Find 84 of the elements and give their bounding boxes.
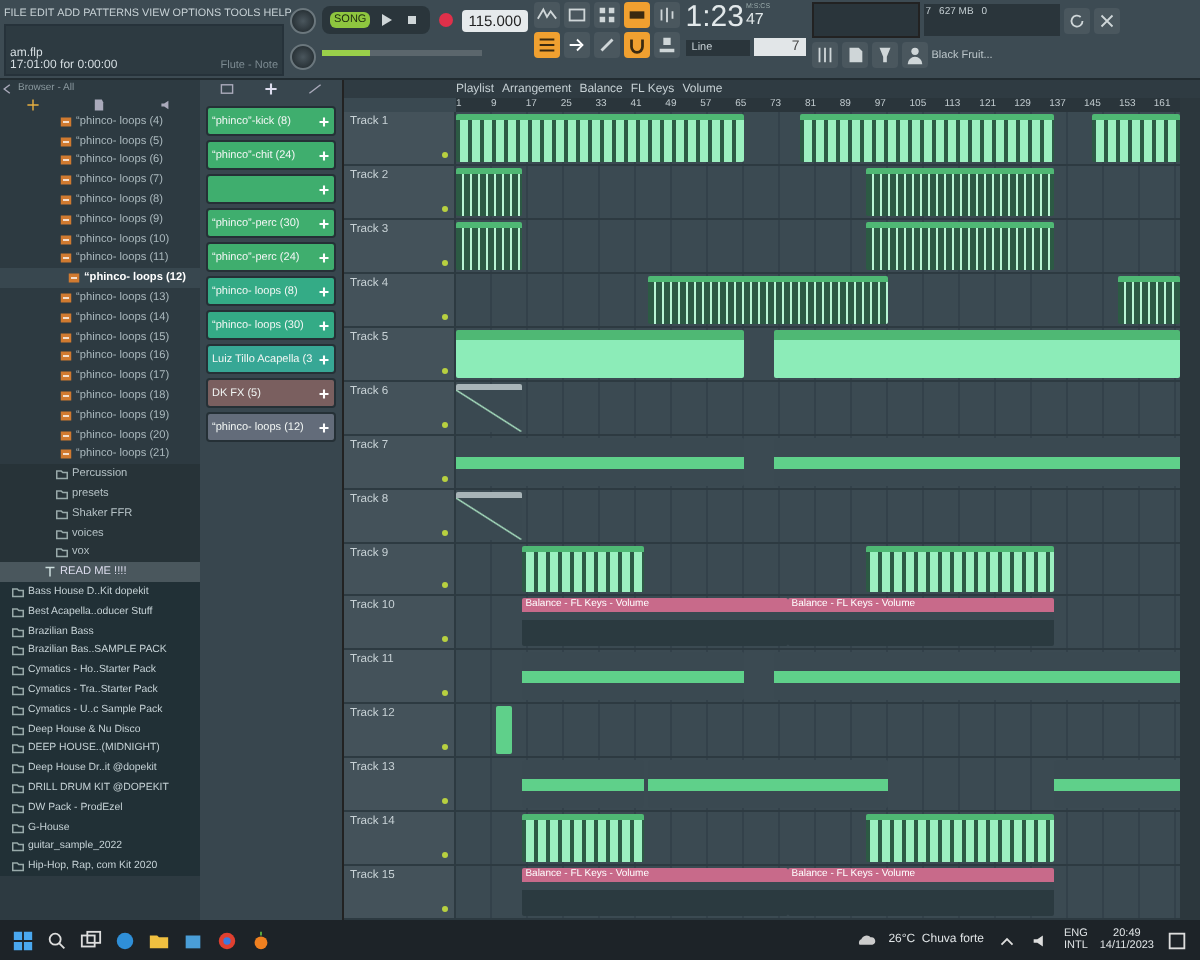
- wave-bars-icon[interactable]: [653, 2, 680, 28]
- person-icon[interactable]: [901, 42, 928, 68]
- back-icon[interactable]: [0, 81, 14, 95]
- volume-knob[interactable]: [290, 44, 316, 71]
- audio-file-icon: [60, 370, 72, 383]
- pattern-clip[interactable]: [456, 491, 522, 539]
- notification-icon[interactable]: [1166, 929, 1188, 951]
- vertical-scrollbar[interactable]: [1180, 98, 1200, 920]
- playlist-icon[interactable]: [533, 32, 560, 58]
- time-display: 1:23: [685, 2, 744, 34]
- plus-icon[interactable]: [26, 97, 41, 111]
- pattern-clip[interactable]: [865, 814, 1054, 863]
- audio-file-icon: [68, 272, 80, 285]
- audio-file-icon: [60, 233, 72, 246]
- plus-icon: [318, 319, 330, 331]
- audio-file-icon: [60, 448, 72, 461]
- arrow-icon[interactable]: [563, 32, 590, 58]
- pattern-clip[interactable]: [774, 329, 1180, 378]
- audio-file-icon: [60, 252, 72, 265]
- audio-file-icon: [60, 194, 72, 207]
- pattern-clip[interactable]: [495, 706, 513, 755]
- plus-icon: [318, 421, 330, 433]
- pattern-clip[interactable]: [456, 167, 522, 216]
- search-icon[interactable]: [46, 929, 68, 951]
- audio-file-icon: [60, 350, 72, 363]
- audio-file-icon: [60, 292, 72, 305]
- plus-icon: [318, 115, 330, 127]
- pattern-clip[interactable]: [456, 114, 744, 162]
- windows-start-icon[interactable]: [12, 929, 34, 951]
- pattern-clip[interactable]: [1053, 760, 1180, 809]
- audio-file-icon: [60, 390, 72, 403]
- pattern-clip[interactable]: [456, 437, 744, 486]
- pattern-clip[interactable]: [521, 814, 644, 863]
- magnet-icon[interactable]: [623, 32, 650, 58]
- monitor-icon[interactable]: [563, 2, 590, 28]
- wave-icon[interactable]: [533, 2, 560, 28]
- plus-icon: [318, 387, 330, 399]
- pattern-clip[interactable]: [456, 221, 522, 270]
- refresh-icon[interactable]: [1063, 7, 1090, 33]
- task-view-icon[interactable]: [80, 929, 102, 951]
- cross-icon[interactable]: [263, 82, 278, 96]
- play-icon[interactable]: [376, 10, 397, 30]
- fruit-icon[interactable]: [250, 929, 272, 951]
- plus-icon: [318, 251, 330, 263]
- plus-icon: [318, 217, 330, 229]
- pattern-clip[interactable]: [647, 275, 888, 324]
- grid-icon[interactable]: [593, 2, 620, 28]
- pencil-icon[interactable]: [593, 32, 620, 58]
- audio-file-icon: [60, 154, 72, 167]
- audio-file-icon: [60, 331, 72, 344]
- pattern-clip[interactable]: [774, 437, 1180, 486]
- pattern-clip[interactable]: [456, 383, 522, 432]
- pattern-clip[interactable]: [774, 652, 1180, 701]
- keyboard-icon[interactable]: [220, 82, 235, 96]
- audio-file-icon: [60, 409, 72, 422]
- plus-icon: [318, 353, 330, 365]
- audio-file-icon: [60, 115, 72, 128]
- audio-file-icon: [60, 174, 72, 187]
- plus-icon: [318, 149, 330, 161]
- audio-file-icon: [60, 429, 72, 442]
- channel-button[interactable]: [206, 174, 336, 204]
- pattern-clip[interactable]: [865, 221, 1054, 270]
- master-volume-slider[interactable]: [322, 50, 482, 56]
- plus-icon: [318, 285, 330, 297]
- plus-icon: [318, 183, 330, 195]
- audio-file-icon: [60, 311, 72, 324]
- pattern-clip[interactable]: [1118, 275, 1180, 324]
- pitch-knob[interactable]: [290, 7, 316, 34]
- audio-file-icon: [60, 213, 72, 226]
- speaker-icon[interactable]: [159, 97, 174, 111]
- document-icon[interactable]: [841, 42, 868, 68]
- pattern-clip[interactable]: [865, 167, 1054, 216]
- pattern-clip[interactable]: [800, 114, 1054, 162]
- pattern-clip[interactable]: [521, 545, 644, 593]
- text-file-icon: [44, 566, 56, 579]
- mixer-icon[interactable]: [811, 42, 838, 68]
- graph-icon[interactable]: [307, 82, 322, 96]
- close-icon[interactable]: [1093, 7, 1120, 33]
- pattern-clip[interactable]: [865, 545, 1054, 593]
- document-icon[interactable]: [92, 97, 107, 111]
- time-centiseconds: 47: [745, 10, 766, 28]
- audio-file-icon: [60, 135, 72, 148]
- pattern-clip[interactable]: [456, 329, 744, 378]
- pattern-clip[interactable]: [1092, 114, 1180, 162]
